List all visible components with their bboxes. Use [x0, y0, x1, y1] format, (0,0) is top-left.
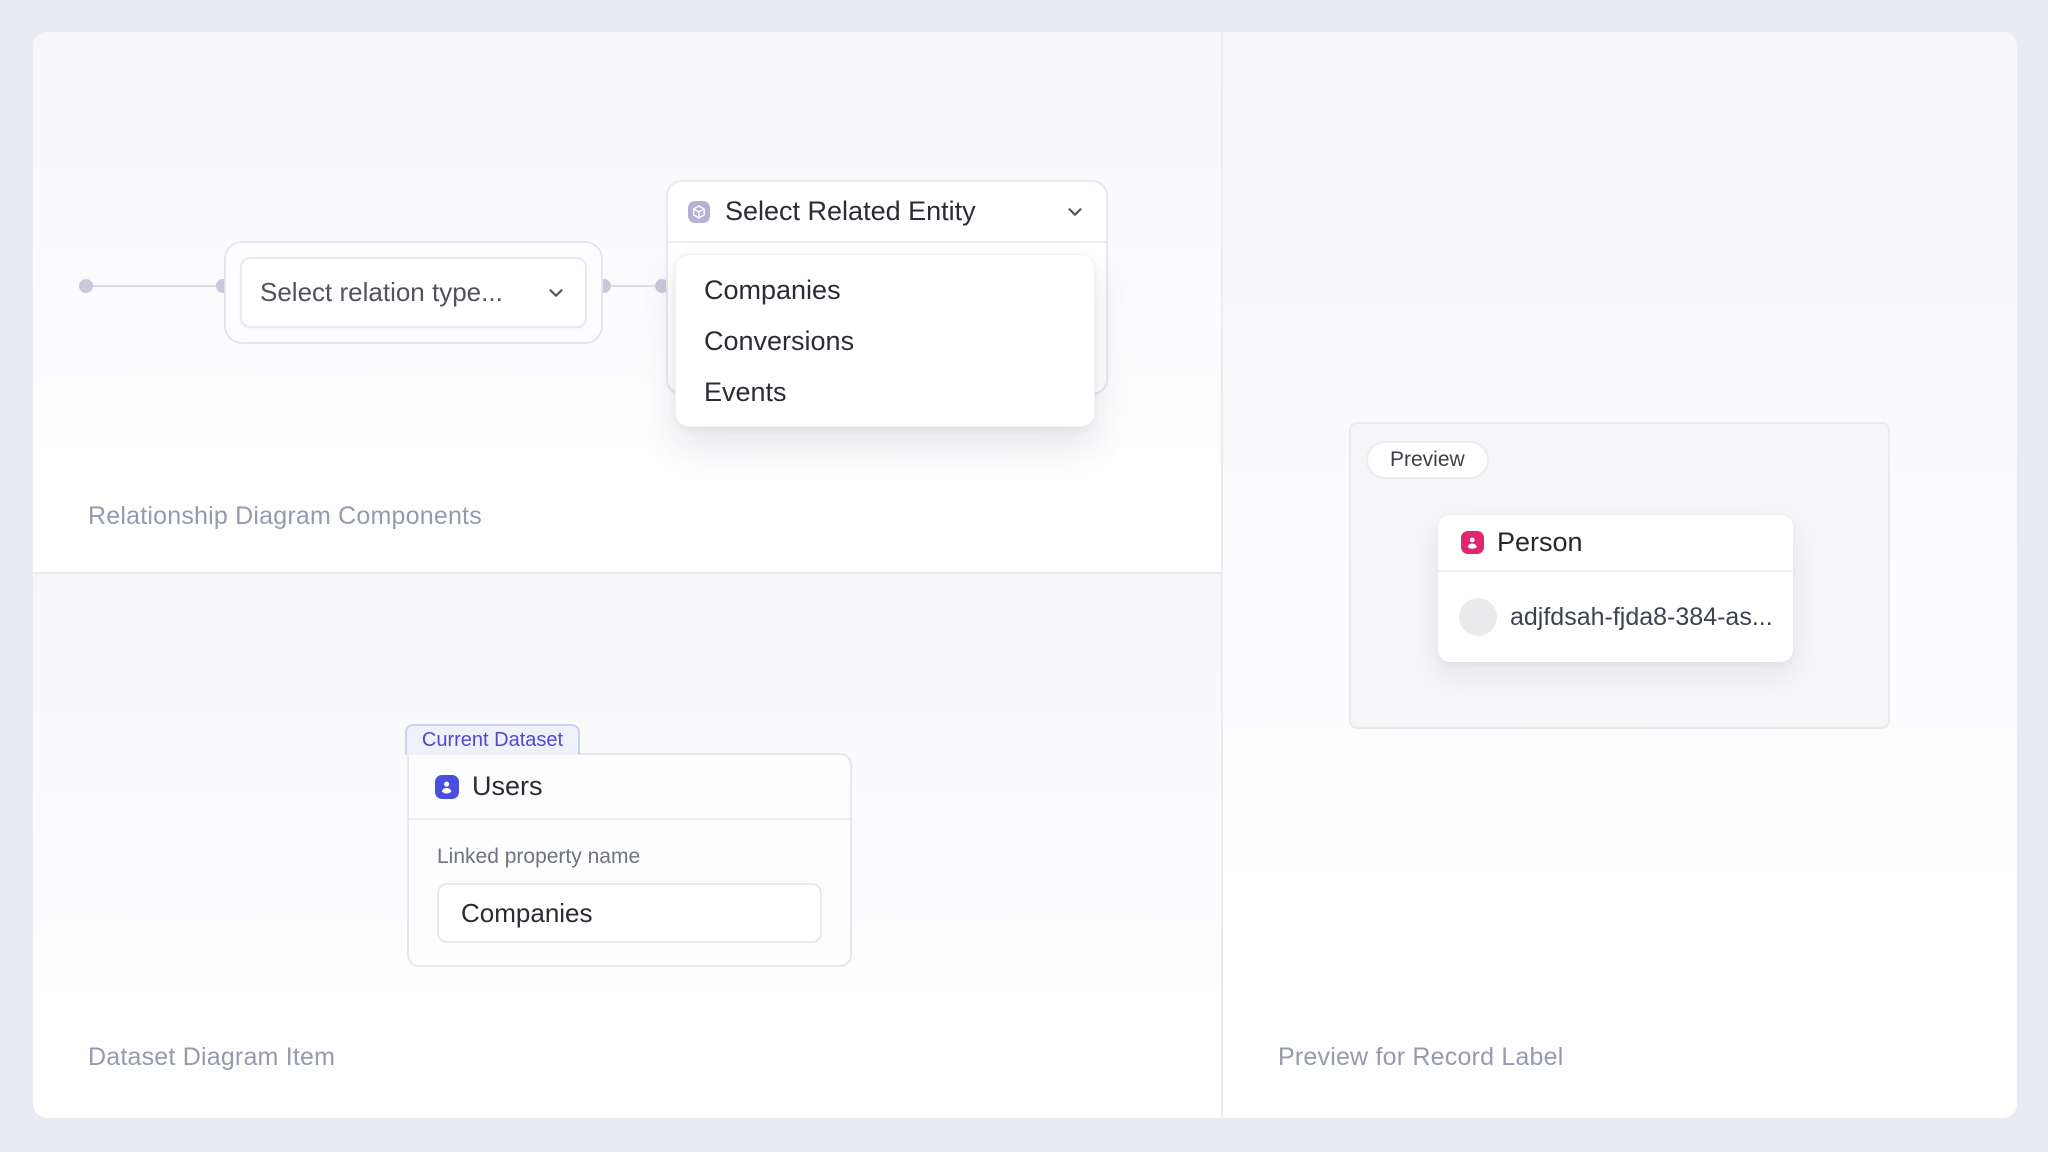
connector-line-left — [86, 285, 223, 287]
chevron-down-icon — [1064, 201, 1086, 223]
relation-type-select[interactable]: Select relation type... — [240, 257, 587, 328]
record-label-card: Person adjfdsah-fjda8-384-as... — [1438, 515, 1793, 662]
menu-item-companies[interactable]: Companies — [676, 265, 1094, 316]
record-avatar — [1459, 598, 1497, 636]
related-entity-label: Select Related Entity — [725, 196, 1064, 227]
relation-node: Select relation type... — [224, 241, 603, 344]
users-person-icon — [435, 775, 459, 799]
preview-badge: Preview — [1366, 441, 1489, 479]
connector-dot — [79, 279, 93, 293]
preview-section-label: Preview for Record Label — [1278, 1043, 1564, 1072]
linked-property-input[interactable]: Companies — [437, 883, 822, 943]
entity-cube-icon — [688, 201, 710, 223]
dataset-section-label: Dataset Diagram Item — [88, 1043, 335, 1072]
dataset-title: Users — [472, 771, 543, 802]
relation-type-placeholder: Select relation type... — [260, 277, 545, 308]
dataset-card-header: Users — [409, 755, 850, 820]
component-canvas: Select relation type... Select Related E… — [33, 32, 2017, 1118]
related-entity-select[interactable]: Select Related Entity — [668, 182, 1106, 243]
record-card-header: Person — [1438, 515, 1793, 572]
linked-property-label: Linked property name — [437, 845, 640, 869]
record-card-body: adjfdsah-fjda8-384-as... — [1438, 572, 1793, 662]
chevron-down-icon — [545, 282, 567, 304]
preview-panel: Preview Person adjfdsah-fjda8-384-as... — [1349, 422, 1890, 729]
current-dataset-badge: Current Dataset — [405, 724, 580, 755]
vertical-divider — [1221, 32, 1223, 1118]
menu-item-events[interactable]: Events — [676, 367, 1094, 418]
menu-item-conversions[interactable]: Conversions — [676, 316, 1094, 367]
record-id-text: adjfdsah-fjda8-384-as... — [1510, 603, 1773, 632]
person-icon — [1461, 531, 1484, 554]
record-type-title: Person — [1497, 527, 1583, 558]
dataset-card: Users Linked property name Companies — [407, 753, 852, 967]
relationship-section-label: Relationship Diagram Components — [88, 502, 482, 531]
horizontal-divider — [33, 572, 1221, 574]
entity-dropdown-menu: Companies Conversions Events — [675, 254, 1095, 427]
